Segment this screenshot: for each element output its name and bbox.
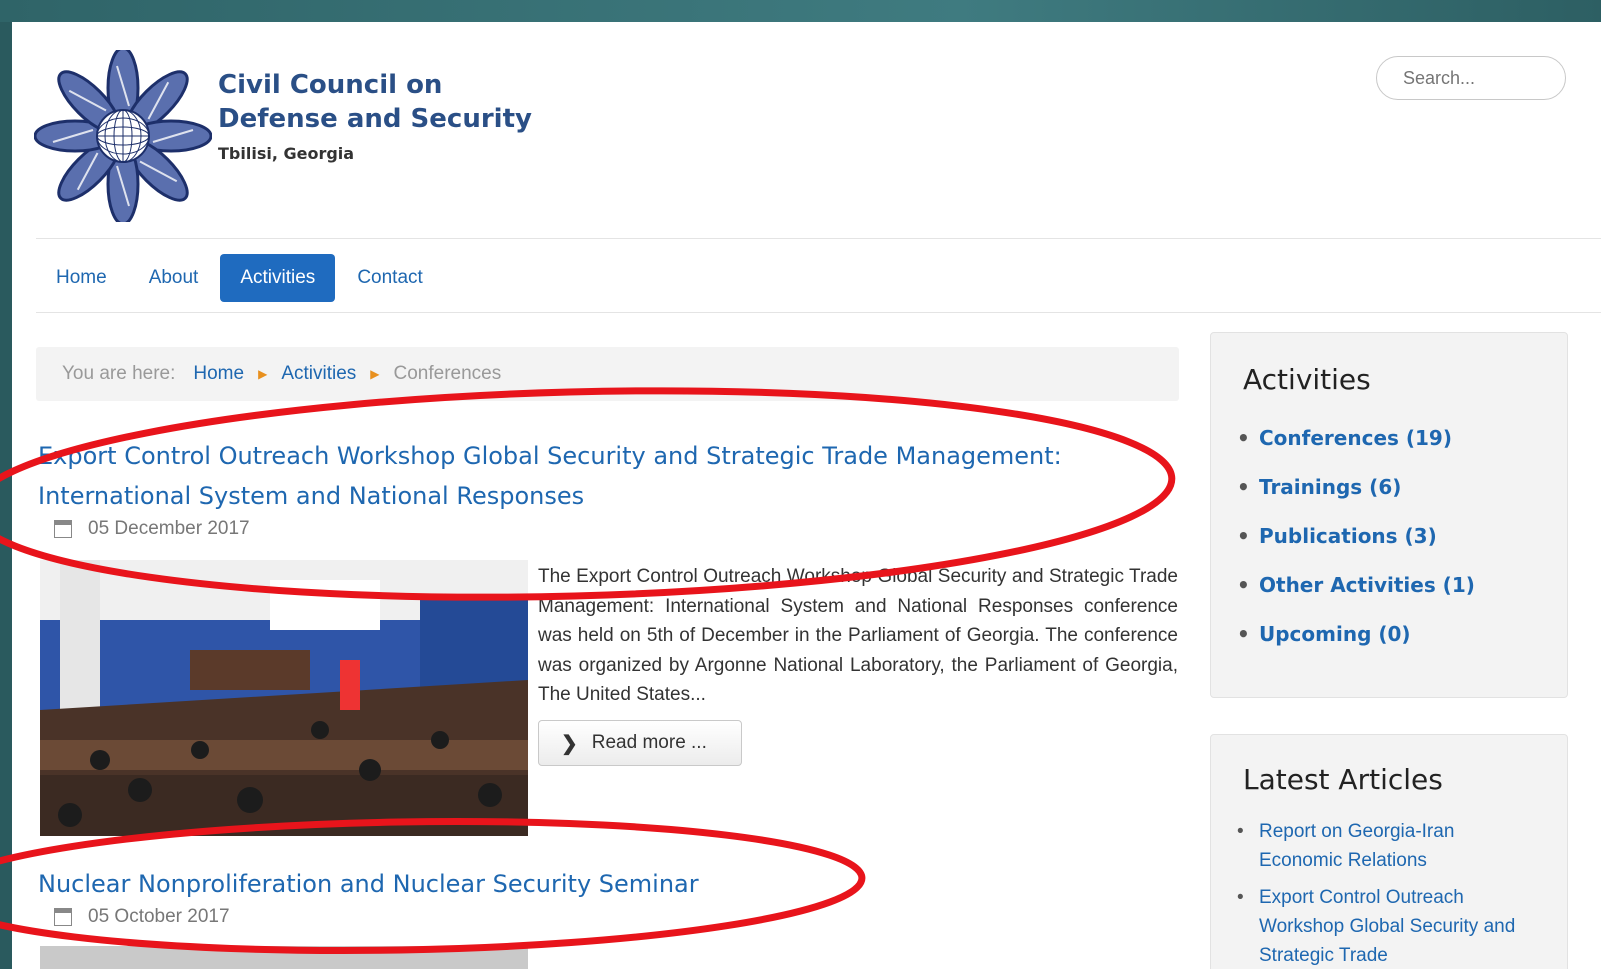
annotation-ellipse	[0, 387, 1176, 601]
annotation-ellipse	[0, 818, 866, 954]
annotation-overlay	[0, 387, 1176, 954]
